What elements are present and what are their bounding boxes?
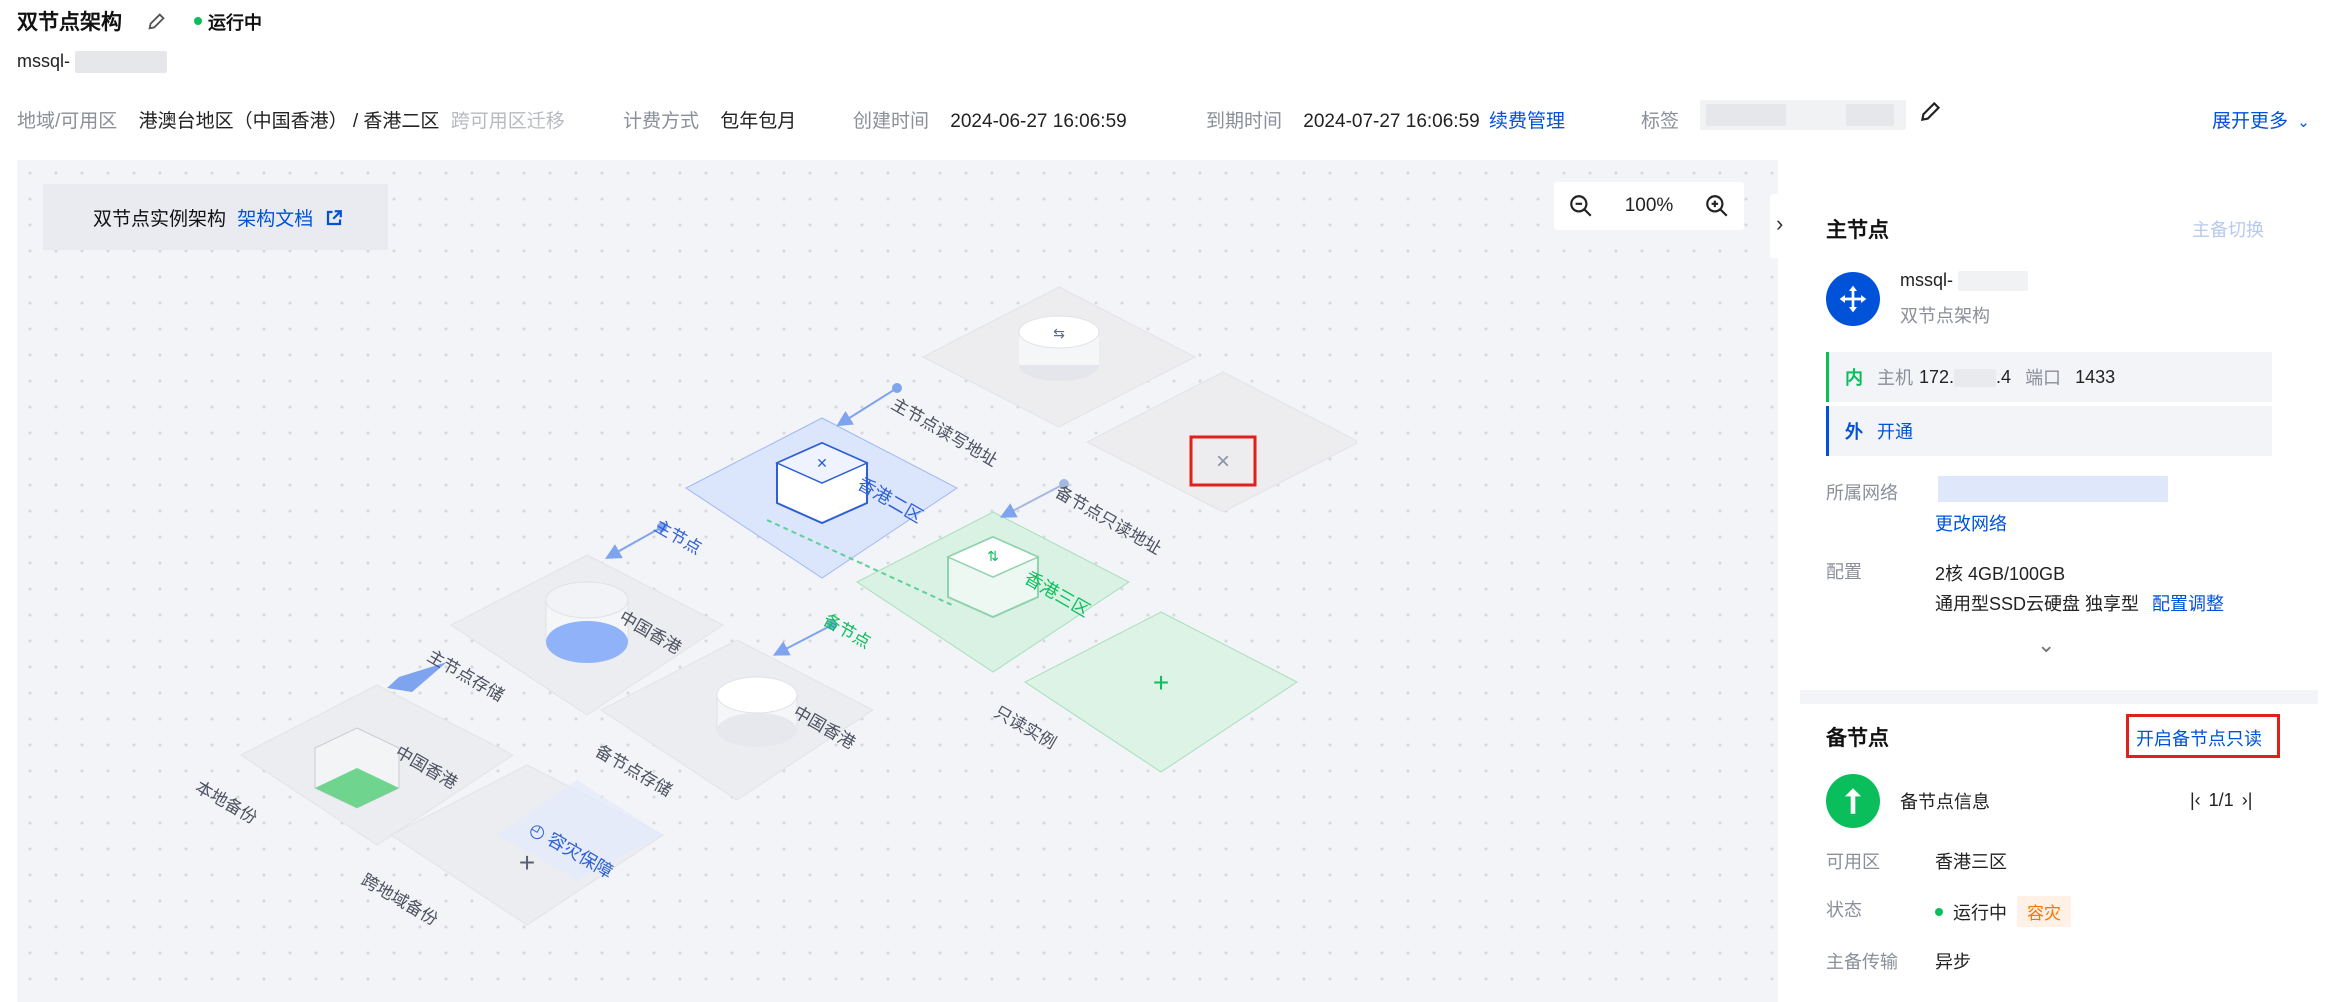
standby-status-value: 运行中	[1953, 902, 2007, 923]
instance-id-prefix: mssql-	[17, 51, 70, 71]
panel-section-divider	[1800, 690, 2318, 704]
change-network-link[interactable]: 更改网络	[1935, 510, 2007, 536]
created-label: 创建时间	[853, 111, 930, 132]
status-text: 运行中	[208, 13, 262, 33]
sync-mode-label: 主备传输	[1826, 952, 1898, 972]
network-value-redacted	[1938, 476, 2168, 502]
config-adjust-link[interactable]: 配置调整	[2152, 594, 2224, 614]
standby-status-label: 状态	[1826, 900, 1862, 920]
zoom-in-icon[interactable]	[1704, 193, 1730, 219]
edit-tags-icon[interactable]	[1918, 98, 1944, 124]
up-arrow-icon	[1844, 788, 1862, 814]
primary-rw-connector	[836, 387, 898, 427]
svg-text:⇅: ⇅	[987, 549, 999, 565]
port-value: 1433	[2075, 366, 2116, 387]
region-value: 港澳台地区（中国香港） / 香港二区	[138, 111, 440, 132]
close-icon: ×	[1216, 448, 1230, 475]
svg-text:✕: ✕	[816, 456, 828, 472]
inner-network-row: 内 主机 172. .4 端口 1433	[1826, 352, 2272, 402]
page-title: 双节点架构	[17, 11, 122, 34]
enable-standby-readonly-button[interactable]: 开启备节点只读	[2126, 714, 2280, 758]
inner-tag: 内	[1845, 368, 1863, 388]
standby-az-label: 可用区	[1826, 852, 1880, 872]
panel-collapse-toggle[interactable]: ›	[1770, 194, 1798, 258]
tags-field: 标签	[1641, 106, 1679, 133]
expire-field: 到期时间 2024-07-27 16:06:59 续费管理	[1206, 106, 1565, 133]
database-icon: ⇆	[1018, 315, 1100, 381]
config-label: 配置	[1826, 562, 1862, 582]
zoom-bar: 100%	[1554, 182, 1744, 230]
primary-arch: 双节点架构	[1900, 306, 1990, 326]
add-cross-backup-icon[interactable]: +	[519, 847, 535, 878]
chevron-right-icon: ›	[1776, 211, 1784, 236]
primary-node-avatar	[1826, 272, 1880, 326]
standby-status-dot	[1935, 907, 1943, 916]
standby-node-avatar	[1826, 774, 1880, 828]
chevron-down-icon: ⌄	[2297, 114, 2310, 131]
standby-storage-cylinder	[716, 676, 798, 747]
primary-panel-title: 主节点	[1826, 219, 1889, 242]
tags-value-redacted	[1700, 100, 1906, 130]
primary-instance-name: mssql-	[1900, 270, 2029, 292]
config-disk: 通用型SSD云硬盘 独享型 配置调整	[1935, 590, 2224, 616]
host-label: 主机	[1877, 368, 1913, 388]
billing-field: 计费方式 包年包月	[623, 106, 796, 133]
host-value-redacted	[1954, 368, 1997, 387]
expire-label: 到期时间	[1206, 111, 1283, 132]
host-value: 172. .4	[1919, 367, 2011, 388]
architecture-diagram: ⇆ × ✕ ⇅ + +	[240, 286, 1357, 926]
expire-value: 2024-07-27 16:06:59	[1303, 111, 1480, 132]
pager-last-icon[interactable]: ›|	[2242, 790, 2253, 811]
host-value-end: .4	[1996, 366, 2012, 387]
sync-mode-value: 异步	[1935, 952, 1971, 972]
primary-instance-name-redacted	[1958, 271, 2029, 292]
outer-network-row: 外 开通	[1826, 406, 2272, 456]
host-value-start: 172.	[1919, 366, 1955, 387]
standby-ro-address-tile[interactable]	[1085, 371, 1357, 513]
zoom-out-icon[interactable]	[1568, 193, 1594, 219]
standby-az-value: 香港三区	[1935, 852, 2007, 872]
region-field: 地域/可用区 港澳台地区（中国香港） / 香港二区 跨可用区迁移	[17, 106, 565, 133]
expand-chevron-icon[interactable]: ⌄	[2037, 632, 2055, 658]
region-label: 地域/可用区	[17, 111, 118, 132]
move-arrows-icon	[1839, 285, 1867, 313]
az-migrate-link[interactable]: 跨可用区迁移	[451, 111, 565, 132]
primary-instance-name-prefix: mssql-	[1900, 270, 1953, 290]
svg-text:⇆: ⇆	[1053, 326, 1065, 342]
billing-value: 包年包月	[720, 111, 797, 132]
edit-title-icon[interactable]	[146, 10, 168, 32]
standby-pager: |‹ 1/1 ›|	[2190, 790, 2252, 811]
created-field: 创建时间 2024-06-27 16:06:59	[853, 106, 1127, 133]
expand-more-link[interactable]: 展开更多 ⌄	[2212, 106, 2310, 133]
config-spec: 2核 4GB/100GB	[1935, 564, 2066, 584]
standby-panel-title: 备节点	[1826, 727, 1889, 750]
status-dot	[194, 17, 202, 25]
switchover-button[interactable]: 主备切换	[2192, 216, 2264, 242]
enable-public-link[interactable]: 开通	[1877, 418, 1913, 444]
tags-label: 标签	[1641, 111, 1680, 132]
dr-status-badge: 容灾	[2017, 896, 2071, 927]
port-label: 端口	[2025, 368, 2062, 388]
renew-link[interactable]: 续费管理	[1489, 111, 1565, 132]
config-disk-text: 通用型SSD云硬盘 独享型	[1935, 594, 2140, 614]
pager-value: 1/1	[2208, 790, 2234, 810]
expand-more-label: 展开更多	[2212, 111, 2289, 132]
outer-tag: 外	[1845, 422, 1863, 442]
network-label: 所属网络	[1826, 483, 1898, 503]
instance-id-redacted	[75, 51, 168, 74]
standby-status: 运行中 容灾	[1935, 896, 2071, 927]
billing-label: 计费方式	[623, 111, 700, 132]
add-readonly-icon[interactable]: +	[1153, 667, 1169, 698]
created-value: 2024-06-27 16:06:59	[950, 111, 1127, 132]
pager-first-icon[interactable]: |‹	[2190, 790, 2201, 811]
instance-id: mssql-	[17, 51, 168, 74]
standby-info-label: 备节点信息	[1900, 792, 1990, 812]
zoom-level: 100%	[1624, 195, 1674, 216]
